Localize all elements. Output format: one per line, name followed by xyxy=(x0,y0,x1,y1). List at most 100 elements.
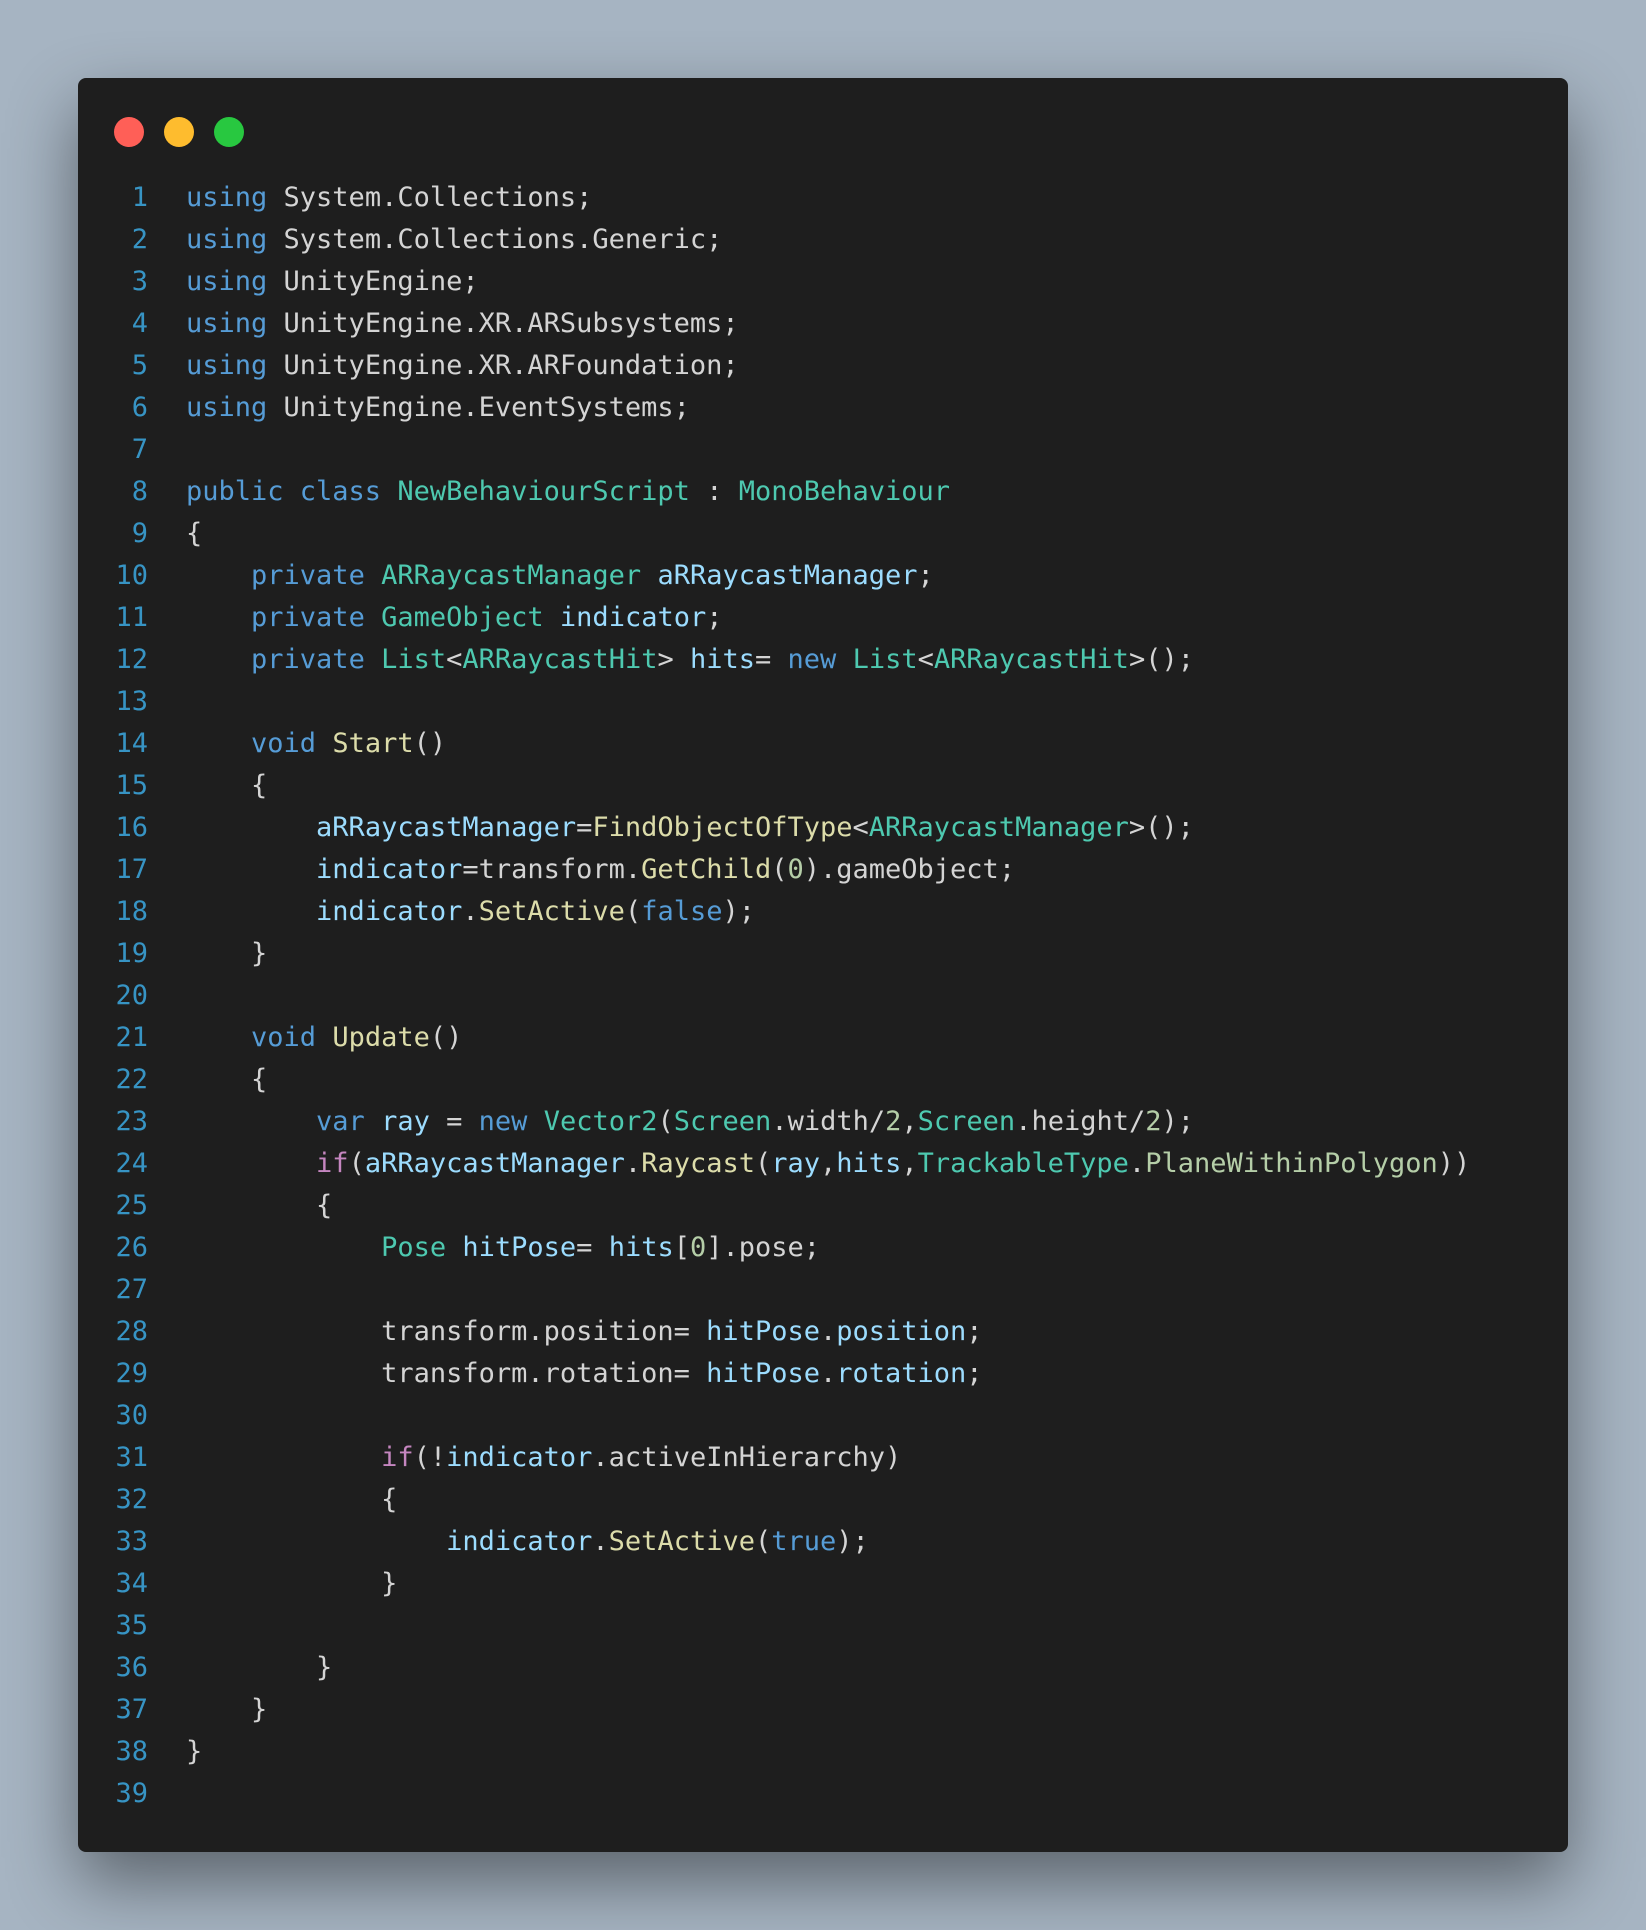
code-token: private xyxy=(251,644,365,675)
line-code: { xyxy=(186,1185,332,1227)
code-token: Pose xyxy=(381,1232,447,1263)
code-token: hits xyxy=(836,1148,902,1179)
close-dot-icon[interactable] xyxy=(114,117,144,147)
line-code: void Update() xyxy=(186,1017,462,1059)
code-line: 10 private ARRaycastManager aRRaycastMan… xyxy=(78,555,1568,597)
line-number: 39 xyxy=(115,1778,148,1809)
code-token: ).gameObject; xyxy=(803,854,1016,885)
code-token: Screen xyxy=(917,1106,1016,1137)
line-number: 34 xyxy=(115,1568,148,1599)
code-token: ; xyxy=(706,602,723,633)
code-token: true xyxy=(771,1526,837,1557)
line-code: private ARRaycastManager aRRaycastManage… xyxy=(186,555,934,597)
line-number: 17 xyxy=(115,854,148,885)
code-line: 20 xyxy=(78,975,1568,1017)
line-code: indicator.SetActive(false); xyxy=(186,891,755,933)
code-token: Vector2 xyxy=(543,1106,658,1137)
code-line: 18 indicator.SetActive(false); xyxy=(78,891,1568,933)
line-number: 13 xyxy=(115,686,148,717)
code-token: = xyxy=(755,644,788,675)
code-token: { xyxy=(186,1190,333,1221)
line-number: 12 xyxy=(115,644,148,675)
line-number: 19 xyxy=(115,938,148,969)
code-token: { xyxy=(186,518,203,549)
code-line: 23 var ray = new Vector2(Screen.width/2,… xyxy=(78,1101,1568,1143)
code-token: System.Collections; xyxy=(267,182,593,213)
line-number: 31 xyxy=(115,1442,148,1473)
code-token: transform.position= xyxy=(186,1316,707,1347)
code-token: =transform. xyxy=(462,854,642,885)
line-number: 36 xyxy=(115,1652,148,1683)
code-line: 2 using System.Collections.Generic; xyxy=(78,219,1568,261)
code-line: 34 } xyxy=(78,1563,1568,1605)
line-number: 7 xyxy=(131,434,148,465)
code-line: 39 xyxy=(78,1773,1568,1815)
line-code: private List<ARRaycastHit> hits= new Lis… xyxy=(186,639,1194,681)
minimize-dot-icon[interactable] xyxy=(164,117,194,147)
code-line: 26 Pose hitPose= hits[0].pose; xyxy=(78,1227,1568,1269)
code-line: 5 using UnityEngine.XR.ARFoundation; xyxy=(78,345,1568,387)
code-token: > xyxy=(657,644,690,675)
code-token: , xyxy=(901,1148,918,1179)
code-line: 9{ xyxy=(78,513,1568,555)
code-token: ARRaycastHit xyxy=(462,644,658,675)
code-token: (! xyxy=(413,1442,447,1473)
maximize-dot-icon[interactable] xyxy=(214,117,244,147)
code-token: = xyxy=(429,1106,479,1137)
code-editor[interactable]: 1 using System.Collections; 2 using System.… xyxy=(78,177,1568,1815)
line-number: 3 xyxy=(131,266,148,297)
code-token: ; xyxy=(917,560,934,591)
code-line: 22 { xyxy=(78,1059,1568,1101)
code-token: Update xyxy=(332,1022,430,1053)
code-token: Start xyxy=(332,728,414,759)
line-code: using UnityEngine.XR.ARSubsystems; xyxy=(186,303,739,345)
code-line: 25 { xyxy=(78,1185,1568,1227)
line-code: var ray = new Vector2(Screen.width/2,Scr… xyxy=(186,1101,1194,1143)
code-token: .width/ xyxy=(771,1106,886,1137)
code-token: < xyxy=(446,644,463,675)
code-token: rotation xyxy=(836,1358,967,1389)
code-token: TrackableType xyxy=(917,1148,1129,1179)
code-line: 33 indicator.SetActive(true); xyxy=(78,1521,1568,1563)
code-token: using xyxy=(186,308,268,339)
code-token: Screen xyxy=(673,1106,772,1137)
code-token: . xyxy=(592,1526,609,1557)
code-line: 28 transform.position= hitPose.position; xyxy=(78,1311,1568,1353)
code-window: 1 using System.Collections; 2 using System.… xyxy=(78,78,1568,1852)
line-number: 18 xyxy=(115,896,148,927)
code-token: hits xyxy=(608,1232,674,1263)
code-token: .activeInHierarchy) xyxy=(592,1442,902,1473)
code-line: 31 if(!indicator.activeInHierarchy) xyxy=(78,1437,1568,1479)
code-token: ARRaycastHit xyxy=(933,644,1129,675)
code-token: . xyxy=(624,1148,642,1179)
code-token: ( xyxy=(754,1148,772,1179)
line-code: { xyxy=(186,765,267,807)
line-number: 35 xyxy=(115,1610,148,1641)
code-line: 37 } xyxy=(78,1689,1568,1731)
line-number: 5 xyxy=(131,350,148,381)
line-number: 29 xyxy=(115,1358,148,1389)
code-line: 16 aRRaycastManager=FindObjectOfType<ARR… xyxy=(78,807,1568,849)
code-token: aRRaycastManager xyxy=(657,560,918,591)
code-line: 36 } xyxy=(78,1647,1568,1689)
code-line: 11 private GameObject indicator; xyxy=(78,597,1568,639)
code-token: { xyxy=(186,1484,398,1515)
code-token: public class xyxy=(186,476,382,507)
code-token: , xyxy=(820,1148,837,1179)
line-number: 15 xyxy=(115,770,148,801)
line-code: using System.Collections.Generic; xyxy=(186,219,722,261)
code-token: , xyxy=(901,1106,918,1137)
code-token: indicator xyxy=(559,602,707,633)
code-token: ARRaycastManager xyxy=(381,560,642,591)
code-line: 6 using UnityEngine.EventSystems; xyxy=(78,387,1568,429)
code-token: 0 xyxy=(689,1232,707,1263)
